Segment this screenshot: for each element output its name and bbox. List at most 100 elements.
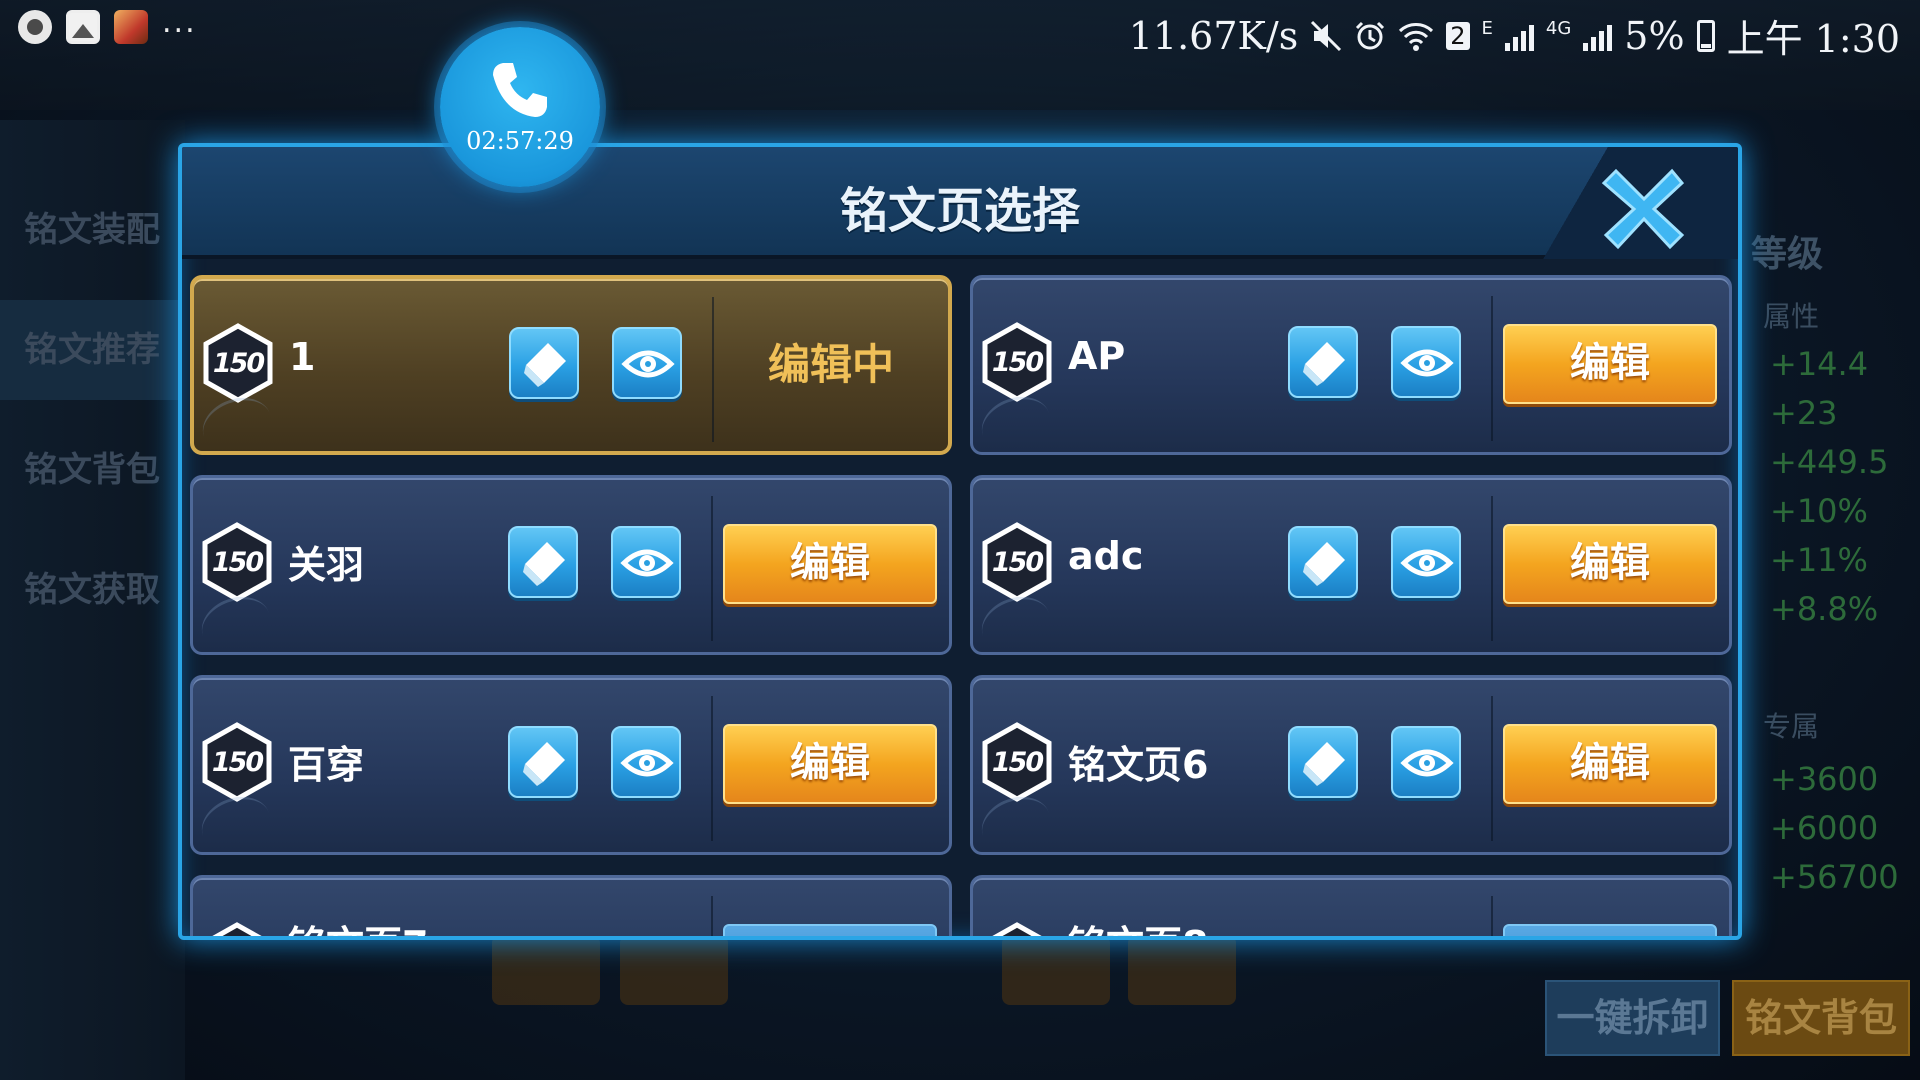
wifi-icon [1399, 22, 1434, 51]
preview-button[interactable] [1391, 526, 1461, 598]
inscription-bag-button[interactable]: 铭文背包 [1732, 980, 1910, 1056]
level-text: 150 [212, 348, 265, 379]
level-badge: 150 [202, 323, 274, 403]
page-name: 百穿 [288, 743, 365, 787]
stat-value: +14.4 [1770, 345, 1869, 383]
page-card-6[interactable]: 150 铭文页6 编辑 [970, 675, 1732, 855]
inscription-slot [1128, 935, 1236, 1005]
eraser-icon [1303, 542, 1345, 586]
page-name: 铭文页6 [1068, 743, 1209, 787]
edit-button[interactable]: 编辑 [723, 924, 937, 936]
card-divider [1491, 296, 1493, 441]
stat-value: +449.5 [1770, 443, 1889, 481]
sim-badge: 2 [1446, 21, 1470, 50]
game-controller-icon [18, 10, 52, 44]
page-name: AP [1068, 334, 1126, 378]
unload-all-button[interactable]: 一键拆卸 [1545, 980, 1720, 1056]
preview-button[interactable] [1391, 326, 1461, 398]
page-card-5[interactable]: 150 百穿 编辑 [190, 675, 952, 855]
battery-percent: 5% [1624, 13, 1685, 58]
sidebar-item-assemble[interactable]: 铭文装配 [24, 202, 160, 251]
eye-icon [1400, 749, 1454, 777]
inscription-slot [620, 935, 728, 1005]
page-name: 1 [289, 335, 316, 379]
exclusive-label: 专属 [1763, 710, 1820, 743]
battery-icon [1696, 19, 1715, 52]
sidebar-item-recommend[interactable]: 铭文推荐 [24, 322, 160, 371]
inscription-slot [492, 935, 600, 1005]
stat-value: +23 [1770, 394, 1838, 432]
page-name: 铭文页7 [288, 914, 428, 936]
dialog-header: 铭文页选择 [182, 147, 1738, 259]
page-name: 关羽 [288, 543, 365, 587]
card-divider [1491, 696, 1493, 841]
eraser-icon [523, 542, 565, 586]
edit-button[interactable]: 编辑 [1503, 324, 1717, 404]
exclusive-stat-value: +56700 [1770, 858, 1899, 896]
level-badge: 150 [981, 922, 1053, 936]
eye-icon [1400, 349, 1454, 377]
eraser-icon [523, 742, 565, 786]
stat-value: +10% [1770, 492, 1868, 530]
level-badge: 150 [981, 322, 1053, 402]
level-text: 150 [211, 747, 264, 778]
mute-icon [1311, 20, 1342, 51]
level-badge: 150 [201, 922, 273, 936]
preview-button[interactable] [611, 526, 681, 598]
background-sidebar: 铭文装配 铭文推荐 铭文背包 铭文获取 [0, 120, 185, 1080]
page-card-1[interactable]: 150 1 编辑中 [190, 275, 952, 455]
network-speed: 11.67K/s [1128, 13, 1299, 58]
stat-value: +11% [1770, 541, 1868, 579]
page-card-4[interactable]: 150 adc 编辑 [970, 475, 1732, 655]
rename-button[interactable] [1288, 326, 1358, 398]
level-text: 150 [991, 747, 1044, 778]
background-stats-panel: 等级 属性 +14.4 +23 +449.5 +10% +11% +8.8% 专… [1745, 120, 1920, 1080]
page-card-3[interactable]: 150 关羽 编辑 [190, 475, 952, 655]
network-4g-label: 4G [1545, 18, 1572, 39]
level-badge-icon [992, 922, 1042, 936]
inscription-slot [1002, 935, 1110, 1005]
close-icon [1601, 168, 1685, 250]
edit-button[interactable]: 编辑 [1503, 924, 1717, 936]
preview-button[interactable] [612, 327, 682, 399]
card-divider [1491, 896, 1493, 936]
rename-button[interactable] [508, 726, 578, 798]
page-name: adc [1068, 534, 1144, 578]
close-button[interactable] [1594, 157, 1694, 257]
phone-icon [493, 63, 547, 117]
status-bar: ... 11.67K/s 2 E 4G 5% 上午 1:30 [0, 0, 1920, 66]
rename-button[interactable] [1288, 526, 1358, 598]
rename-button[interactable] [1288, 726, 1358, 798]
edit-button[interactable]: 编辑 [1503, 524, 1717, 604]
edit-button[interactable]: 编辑 [1503, 724, 1717, 804]
card-divider [711, 896, 713, 936]
rename-button[interactable] [508, 526, 578, 598]
page-card-7[interactable]: 150 铭文页7 编辑 [190, 875, 952, 936]
edit-button[interactable]: 编辑 [723, 524, 937, 604]
inscription-page-dialog: 铭文页选择 150 1 编辑中 150 AP 编辑 150 关羽 编辑 150 … [178, 143, 1742, 940]
card-divider [711, 696, 713, 841]
eye-icon [621, 350, 675, 378]
stat-value: +8.8% [1770, 590, 1879, 628]
sidebar-item-acquire[interactable]: 铭文获取 [24, 562, 160, 611]
sidebar-item-bag[interactable]: 铭文背包 [24, 442, 160, 491]
signal-icon-2 [1583, 21, 1613, 51]
dialog-title: 铭文页选择 [839, 183, 1080, 239]
rename-button[interactable] [509, 327, 579, 399]
alarm-icon [1356, 21, 1385, 49]
edit-button[interactable]: 编辑 [723, 724, 937, 804]
more-notifications: ... [162, 4, 197, 40]
eraser-icon [1303, 342, 1345, 386]
preview-button[interactable] [1391, 726, 1461, 798]
game-screen: { "status_bar": { "net_speed": "11.67K/s… [0, 0, 1920, 1080]
eraser-icon [524, 343, 566, 387]
card-divider [711, 496, 713, 641]
eye-icon [620, 549, 674, 577]
eraser-icon [1303, 742, 1345, 786]
preview-button[interactable] [611, 726, 681, 798]
page-list[interactable]: 150 1 编辑中 150 AP 编辑 150 关羽 编辑 150 adc 编辑… [190, 275, 1732, 936]
page-card-2[interactable]: 150 AP 编辑 [970, 275, 1732, 455]
floating-call-bubble[interactable]: 02:57:29 [440, 27, 600, 187]
page-card-8[interactable]: 150 铭文页8 编辑 [970, 875, 1732, 936]
level-badge: 150 [201, 722, 273, 802]
